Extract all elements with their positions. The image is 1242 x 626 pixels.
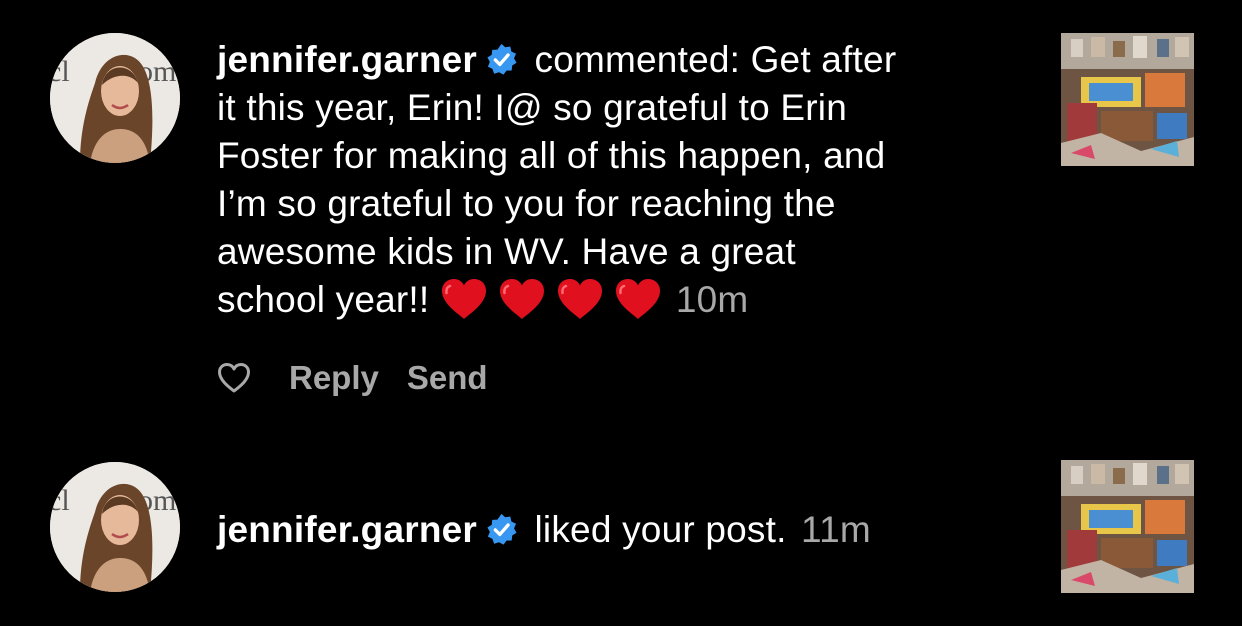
post-thumbnail-image: [1061, 33, 1194, 166]
reply-button[interactable]: Reply: [289, 359, 379, 397]
comment-text: jennifer.garner commented: Get after it …: [217, 36, 1017, 324]
verified-badge-icon: [485, 513, 518, 546]
comment-line: Foster for making all of this happen, an…: [217, 135, 886, 176]
svg-text:cl: cl: [50, 55, 70, 88]
timestamp: 10m: [675, 279, 749, 320]
comment-actions: Reply Send: [217, 356, 488, 400]
post-thumbnail[interactable]: [1061, 460, 1194, 593]
red-heart-icon: [440, 278, 488, 320]
post-thumbnail[interactable]: [1061, 33, 1194, 166]
avatar[interactable]: cl om: [50, 462, 180, 592]
red-heart-icon: [614, 278, 662, 320]
comment-line: I’m so grateful to you for reaching the: [217, 183, 836, 224]
notification-comment[interactable]: cl om jennifer.garner commented: Get aft…: [0, 0, 1242, 420]
heart-outline-icon[interactable]: [217, 362, 251, 394]
comment-line: it this year, Erin! I@ so grateful to Er…: [217, 87, 847, 128]
username[interactable]: jennifer.garner: [217, 39, 477, 80]
notification-like[interactable]: cl om jennifer.garner liked your post. 1…: [0, 440, 1242, 626]
avatar-photo: cl om: [50, 33, 180, 163]
svg-text:cl: cl: [50, 484, 70, 517]
like-message: liked your post.: [524, 509, 798, 550]
heart-emojis: [440, 279, 672, 320]
comment-line: awesome kids in WV. Have a great: [217, 231, 796, 272]
avatar[interactable]: cl om: [50, 33, 180, 163]
post-thumbnail-image: [1061, 460, 1194, 593]
username[interactable]: jennifer.garner: [217, 509, 477, 550]
verified-badge-icon: [485, 43, 518, 76]
red-heart-icon: [556, 278, 604, 320]
avatar-photo: cl om: [50, 462, 180, 592]
comment-line: commented: Get after: [524, 39, 897, 80]
send-button[interactable]: Send: [407, 359, 488, 397]
red-heart-icon: [498, 278, 546, 320]
comment-line: school year!!: [217, 279, 440, 320]
timestamp: 11m: [801, 509, 871, 550]
like-text: jennifer.garner liked your post. 11m: [217, 506, 1017, 554]
